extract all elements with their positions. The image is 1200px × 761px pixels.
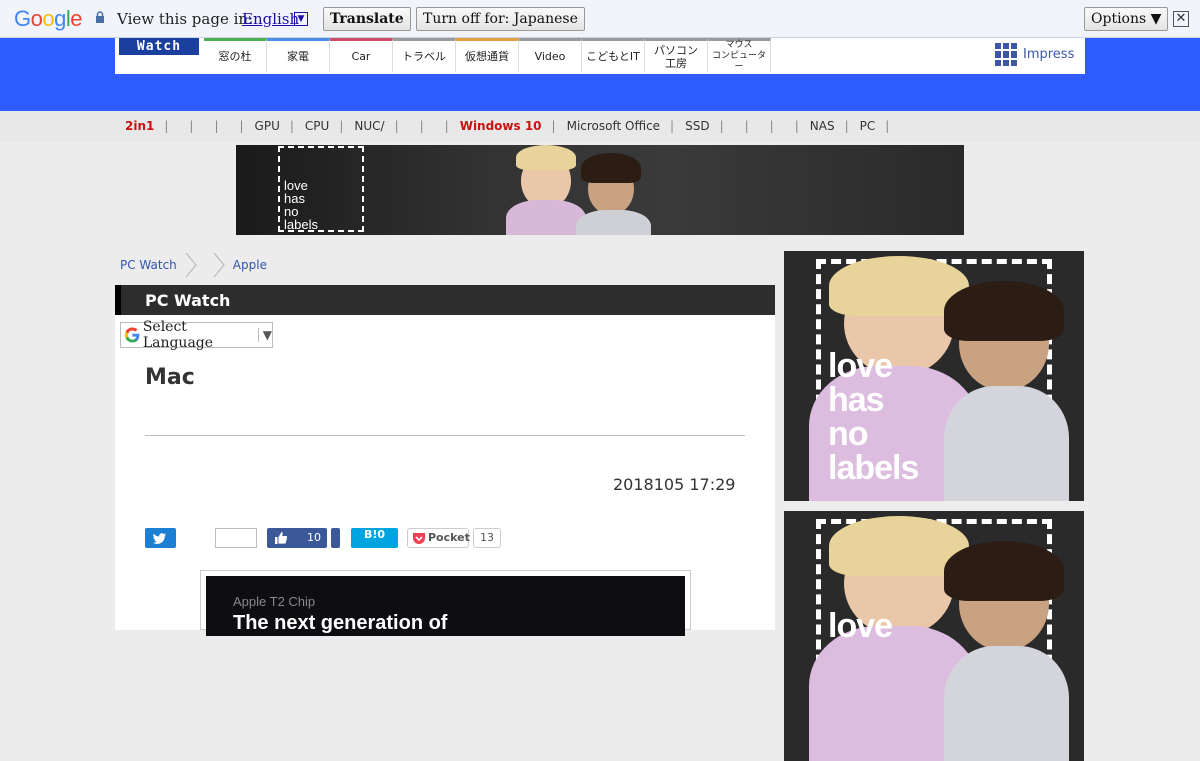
article-title: Mac — [145, 365, 195, 390]
close-icon[interactable]: ✕ — [1173, 11, 1189, 27]
impress-grid-icon — [995, 43, 1018, 66]
language-select-label: Select Language — [142, 319, 214, 351]
language-dropdown-icon[interactable]: ▼ — [294, 12, 308, 26]
keyword-separator: | — [189, 119, 194, 133]
keyword-link[interactable]: Microsoft Office — [567, 119, 660, 133]
keyword-separator: | — [239, 119, 244, 133]
child-hair-image — [516, 145, 576, 170]
site-tab[interactable]: Video — [519, 38, 582, 72]
keyword-separator: | — [769, 119, 774, 133]
chevron-right-icon — [213, 252, 225, 278]
translate-button[interactable]: Translate — [323, 7, 411, 31]
keyword-link[interactable]: NAS — [810, 119, 835, 133]
site-tab[interactable]: 窓の杜 — [204, 38, 267, 72]
child-shirt-image — [506, 200, 586, 235]
site-header: Watch 窓の杜 家電 Car トラベル 仮想通貨 Video こどもとIT パソコン 工房… — [0, 38, 1200, 111]
impress-link[interactable]: Impress — [995, 43, 1074, 66]
site-tab[interactable]: 仮想通貨 — [456, 38, 519, 72]
keyword-link[interactable]: SSD — [685, 119, 709, 133]
options-button[interactable]: Options ▼ — [1084, 7, 1169, 31]
chevron-down-icon: ▼ — [257, 328, 272, 342]
keyword-separator: | — [289, 119, 294, 133]
child-shirt-image — [576, 210, 651, 235]
sidebar-ad[interactable]: love has no labels — [784, 251, 1084, 501]
child-shirt-image — [944, 646, 1069, 761]
keyword-separator: | — [844, 119, 849, 133]
keyword-separator: | — [885, 119, 890, 133]
site-tab[interactable]: パソコン 工房 — [645, 38, 708, 72]
google-g-icon — [124, 327, 140, 343]
keyword-separator: | — [670, 119, 675, 133]
breadcrumb-home[interactable]: PC Watch — [120, 258, 177, 272]
child-hair-image — [944, 541, 1064, 601]
site-navigation: 窓の杜 家電 Car トラベル 仮想通貨 Video こどもとIT パソコン 工房 マウス コン… — [204, 38, 771, 72]
translate-prompt: View this page in: — [117, 10, 254, 28]
thumbs-up-icon — [275, 532, 288, 544]
article-date: 2018105 17:29 — [613, 475, 736, 494]
sidebar-ad[interactable]: love — [784, 511, 1084, 761]
section-header: PC Watch — [115, 285, 775, 315]
target-language-link[interactable]: English — [242, 10, 299, 28]
child-hair-image — [944, 281, 1064, 341]
keyword-separator: | — [164, 119, 169, 133]
facebook-share-button[interactable] — [331, 528, 340, 548]
chevron-right-icon — [185, 252, 197, 278]
keyword-link[interactable]: 2in1 — [125, 119, 154, 133]
breadcrumb: PC Watch Apple — [120, 252, 267, 278]
keyword-link[interactable]: GPU — [255, 119, 280, 133]
ad-text: love has no labels — [284, 178, 318, 232]
header-inner: Watch 窓の杜 家電 Car トラベル 仮想通貨 Video こどもとIT パソコン 工房… — [115, 38, 1085, 74]
turn-off-translate-button[interactable]: Turn off for: Japanese — [416, 7, 585, 31]
keyword-link[interactable]: CPU — [305, 119, 329, 133]
divider — [145, 435, 745, 436]
keyword-link[interactable]: NUC/ — [354, 119, 384, 133]
hatena-bookmark-button[interactable]: B!0 — [351, 528, 398, 548]
impress-label: Impress — [1023, 47, 1075, 62]
watch-logo[interactable]: Watch — [119, 38, 199, 55]
child-hair-image — [581, 153, 641, 183]
site-tab[interactable]: 家電 — [267, 38, 330, 72]
ad-text: love — [828, 607, 893, 645]
ad-text: love has no labels — [828, 347, 919, 487]
site-tab[interactable]: こどもとIT — [582, 38, 645, 72]
keyword-separator: | — [551, 119, 556, 133]
image-headline: The next generation of — [233, 612, 448, 634]
keyword-list: 2in1 | | | | GPU | CPU | NUC/ | | | Windows 10 | Micros… — [125, 119, 900, 133]
google-logo: Google — [14, 6, 83, 31]
keyword-separator: | — [394, 119, 399, 133]
keyword-separator: | — [339, 119, 344, 133]
section-title: PC Watch — [145, 291, 231, 310]
article-image[interactable]: Apple T2 Chip The next generation of — [206, 576, 685, 636]
keyword-separator: | — [719, 119, 724, 133]
pocket-button[interactable]: Pocket — [407, 528, 470, 548]
site-tab[interactable]: マウス コンピューター — [708, 38, 771, 72]
keyword-link[interactable]: Windows 10 — [460, 119, 542, 133]
pocket-count: 13 — [473, 528, 501, 548]
keyword-link[interactable]: PC — [860, 119, 876, 133]
facebook-like-button[interactable]: 10 — [267, 528, 327, 548]
banner-ad[interactable]: love has no labels — [236, 145, 964, 235]
facebook-count: 10 — [307, 531, 321, 544]
pocket-icon — [413, 533, 425, 544]
image-caption: Apple T2 Chip — [233, 594, 316, 609]
site-tab[interactable]: トラベル — [393, 38, 456, 72]
keyword-separator: | — [419, 119, 424, 133]
keyword-separator: | — [794, 119, 799, 133]
pocket-label: Pocket — [428, 531, 470, 544]
keyword-separator: | — [444, 119, 449, 133]
language-select[interactable]: Select Language ▼ — [120, 319, 273, 351]
keyword-separator: | — [744, 119, 749, 133]
article-image-frame: Apple T2 Chip The next generation of — [200, 570, 691, 636]
site-tab[interactable]: Car — [330, 38, 393, 72]
main-content: PC Watch Select Language ▼ Mac 2018105 1… — [115, 285, 775, 636]
lock-icon — [96, 11, 104, 23]
translate-bar: Google View this page in: English ▼ Tran… — [0, 0, 1200, 38]
twitter-count — [215, 528, 257, 548]
keyword-bar: 2in1 | | | | GPU | CPU | NUC/ | | | Windows 10 | Micros… — [0, 111, 1200, 142]
breadcrumb-current[interactable]: Apple — [233, 258, 267, 272]
twitter-icon — [153, 533, 166, 544]
child-shirt-image — [944, 386, 1069, 501]
twitter-share-button[interactable] — [145, 528, 176, 548]
keyword-separator: | — [214, 119, 219, 133]
